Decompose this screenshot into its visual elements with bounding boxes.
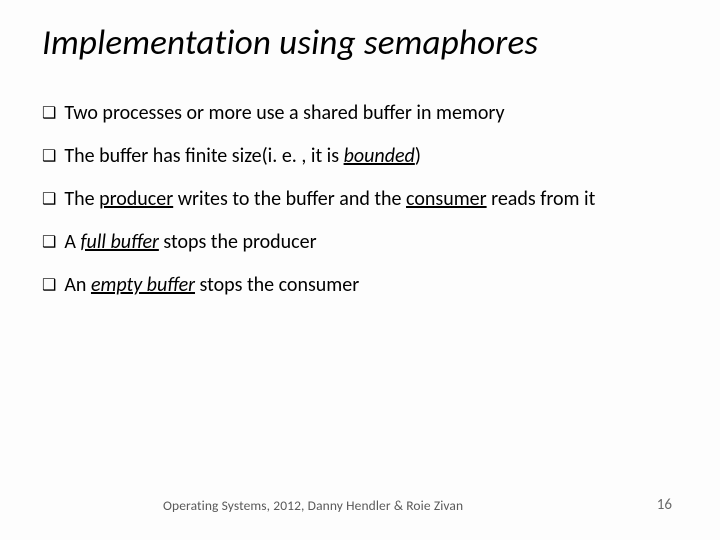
text-run: writes to the buffer and the — [173, 187, 406, 211]
page-number: 16 — [657, 496, 672, 514]
text-run: stops the producer — [159, 230, 317, 254]
square-bullet-icon: ❑ — [42, 104, 56, 124]
bullet-text: The buffer has finite size(i. e. , it is… — [64, 144, 678, 169]
text-run: The buffer has finite size(i. e. , it is — [64, 144, 343, 168]
slide-title: Implementation using semaphores — [42, 24, 678, 63]
emphasis-full-buffer: full buffer — [80, 230, 158, 254]
square-bullet-icon: ❑ — [42, 190, 56, 210]
slide: Implementation using semaphores ❑ Two pr… — [0, 0, 720, 540]
bullet-item-4: ❑ A full buffer stops the producer — [42, 230, 678, 255]
bullet-item-5: ❑ An empty buffer stops the consumer — [42, 273, 678, 298]
square-bullet-icon: ❑ — [42, 147, 56, 167]
underline-producer: producer — [99, 187, 173, 211]
text-run: stops the consumer — [195, 273, 359, 297]
text-run: The — [64, 187, 99, 211]
bullet-text: An empty buffer stops the consumer — [64, 273, 678, 298]
emphasis-empty-buffer: empty buffer — [91, 273, 195, 297]
emphasis-bounded: bounded — [344, 144, 415, 168]
square-bullet-icon: ❑ — [42, 276, 56, 296]
slide-footer: Operating Systems, 2012, Danny Hendler &… — [0, 496, 720, 514]
footer-credit: Operating Systems, 2012, Danny Hendler &… — [163, 497, 463, 514]
text-run: An — [64, 273, 91, 297]
underline-consumer: consumer — [406, 187, 487, 211]
text-run: ) — [415, 144, 421, 168]
bullet-text: The producer writes to the buffer and th… — [64, 187, 678, 212]
bullet-item-2: ❑ The buffer has finite size(i. e. , it … — [42, 144, 678, 169]
bullet-text: A full buffer stops the producer — [64, 230, 678, 255]
square-bullet-icon: ❑ — [42, 233, 56, 253]
bullet-text: Two processes or more use a shared buffe… — [64, 101, 678, 126]
text-run: reads from it — [487, 187, 596, 211]
text-run: A — [64, 230, 80, 254]
bullet-item-3: ❑ The producer writes to the buffer and … — [42, 187, 678, 212]
bullet-item-1: ❑ Two processes or more use a shared buf… — [42, 101, 678, 126]
